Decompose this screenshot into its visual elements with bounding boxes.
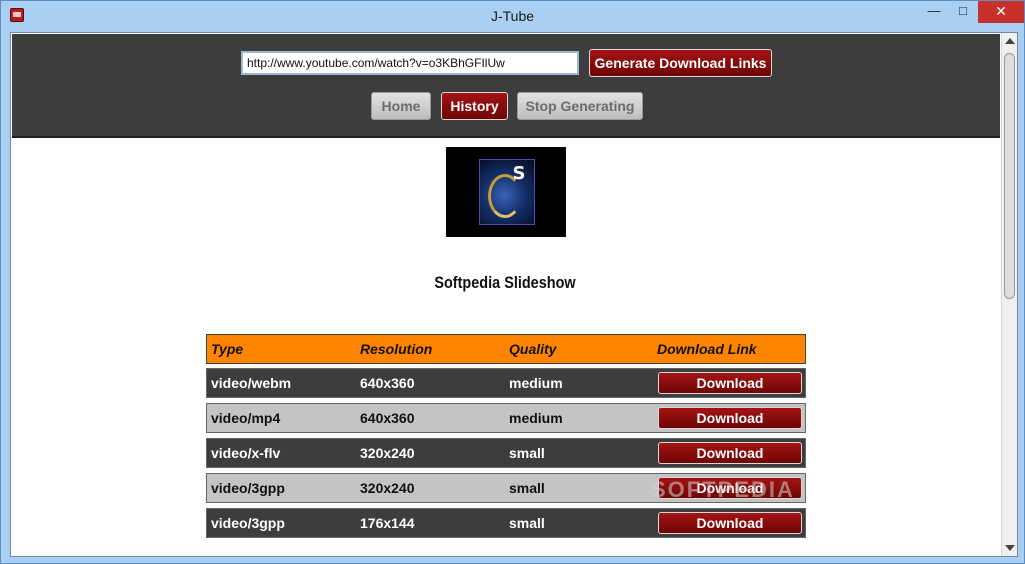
content-area: Generate Download Links Home History Sto… xyxy=(10,32,1018,557)
header-resolution: Resolution xyxy=(360,341,433,357)
thumbnail-letter: S xyxy=(512,163,526,184)
download-button[interactable]: Download xyxy=(658,442,802,464)
scroll-down-arrow-icon[interactable] xyxy=(1005,545,1015,551)
stop-generating-button[interactable]: Stop Generating xyxy=(517,92,643,120)
home-button[interactable]: Home xyxy=(371,92,431,120)
cell-quality: small xyxy=(509,480,545,496)
cell-type: video/3gpp xyxy=(211,515,285,531)
close-button[interactable]: ✕ xyxy=(978,1,1024,23)
generate-download-links-button[interactable]: Generate Download Links xyxy=(589,49,772,77)
table-row: video/webm 640x360 medium Download xyxy=(206,368,806,398)
history-button[interactable]: History xyxy=(441,92,508,120)
cell-quality: medium xyxy=(509,375,563,391)
thumbnail-artwork: S xyxy=(479,159,535,225)
header-download-link: Download Link xyxy=(657,341,757,357)
cell-type: video/webm xyxy=(211,375,292,391)
cell-type: video/3gpp xyxy=(211,480,285,496)
cell-resolution: 640x360 xyxy=(360,375,415,391)
app-window: J-Tube — □ ✕ Generate Download Links Hom… xyxy=(0,0,1025,564)
video-title: Softpedia Slideshow xyxy=(434,273,576,292)
toolbar: Generate Download Links Home History Sto… xyxy=(12,34,1000,138)
table-row: video/mp4 640x360 medium Download xyxy=(206,403,806,433)
window-title: J-Tube xyxy=(490,8,535,24)
header-quality: Quality xyxy=(509,341,557,357)
cell-quality: small xyxy=(509,515,545,531)
download-links-table: Type Resolution Quality Download Link vi… xyxy=(206,334,806,543)
cell-quality: medium xyxy=(509,410,563,426)
cell-type: video/x-flv xyxy=(211,445,281,461)
vertical-scrollbar[interactable] xyxy=(1001,33,1017,556)
download-button[interactable]: Download xyxy=(658,477,802,499)
cell-resolution: 640x360 xyxy=(360,410,415,426)
video-thumbnail: S xyxy=(446,147,566,237)
title-bar[interactable]: J-Tube — □ ✕ xyxy=(1,1,1024,31)
download-button[interactable]: Download xyxy=(658,407,802,429)
header-type: Type xyxy=(211,341,244,357)
cell-resolution: 176x144 xyxy=(360,515,415,531)
table-row: video/3gpp 320x240 small Download xyxy=(206,473,806,503)
url-input[interactable] xyxy=(241,51,579,75)
table-row: video/3gpp 176x144 small Download xyxy=(206,508,806,538)
scrollbar-thumb[interactable] xyxy=(1004,53,1015,299)
cell-resolution: 320x240 xyxy=(360,445,415,461)
minimize-button[interactable]: — xyxy=(919,1,949,23)
maximize-button[interactable]: □ xyxy=(949,1,977,23)
cell-type: video/mp4 xyxy=(211,410,281,426)
scroll-up-arrow-icon[interactable] xyxy=(1005,38,1015,44)
table-header: Type Resolution Quality Download Link xyxy=(206,334,806,364)
table-row: video/x-flv 320x240 small Download xyxy=(206,438,806,468)
cell-resolution: 320x240 xyxy=(360,480,415,496)
download-button[interactable]: Download xyxy=(658,372,802,394)
download-button[interactable]: Download xyxy=(658,512,802,534)
cell-quality: small xyxy=(509,445,545,461)
